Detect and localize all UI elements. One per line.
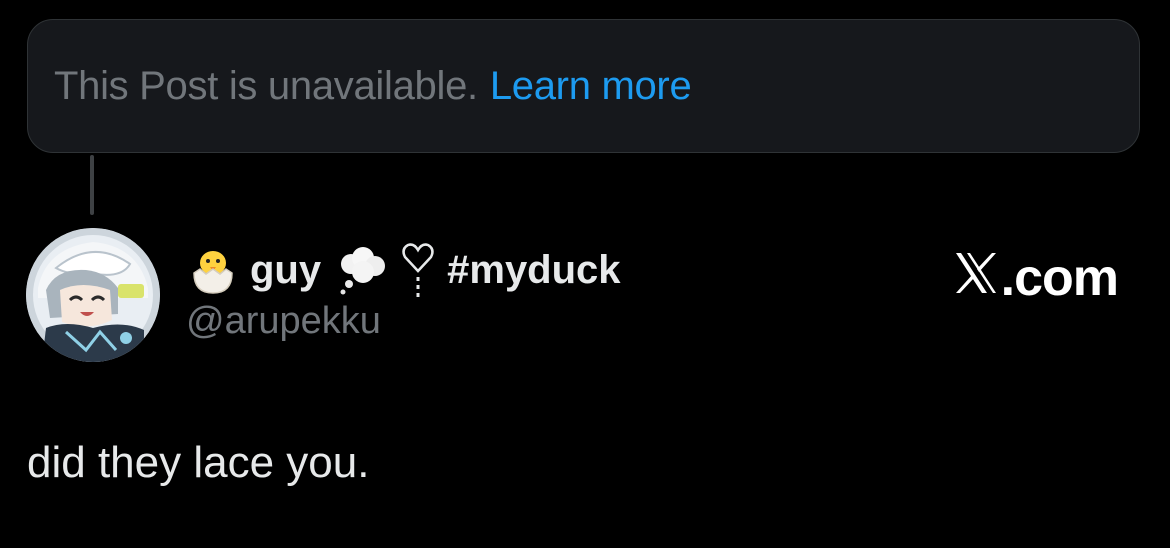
post-text: did they lace you. <box>27 438 370 487</box>
thought-balloon-emoji <box>333 242 389 298</box>
bio-hashtag[interactable]: #myduck <box>447 248 620 293</box>
avatar[interactable] <box>26 228 160 362</box>
brand-watermark: .com <box>953 248 1119 308</box>
hatching-chick-emoji <box>186 243 240 297</box>
brand-domain: .com <box>1000 249 1119 307</box>
display-name: guy <box>250 247 322 292</box>
author-name-row[interactable]: guy #myduck <box>186 240 621 300</box>
heart-icon <box>401 241 435 299</box>
unavailable-post-card: This Post is unavailable. Learn more <box>27 19 1140 153</box>
x-logo-icon <box>953 248 999 308</box>
author-handle[interactable]: @arupekku <box>186 300 381 343</box>
learn-more-link[interactable]: Learn more <box>490 64 692 109</box>
unavailable-message: This Post is unavailable. <box>54 63 478 108</box>
thread-connector-line <box>90 155 94 215</box>
